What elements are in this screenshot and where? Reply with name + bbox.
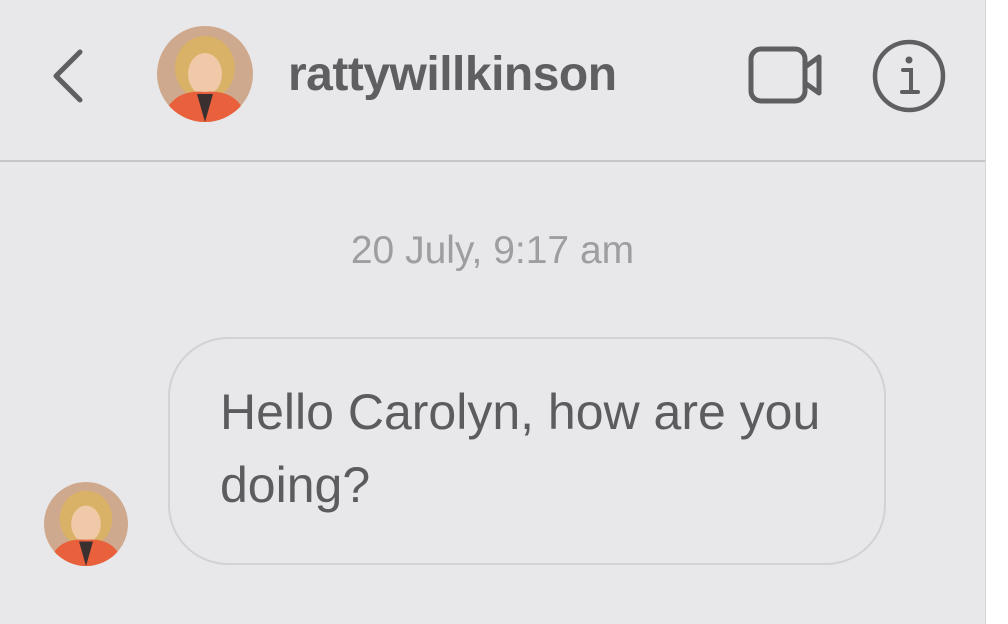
video-camera-icon: [748, 46, 822, 104]
chat-username[interactable]: rattywillkinson: [288, 45, 617, 105]
back-button[interactable]: [40, 40, 96, 112]
chat-header: rattywillkinson: [0, 0, 985, 162]
profile-photo: [157, 26, 253, 122]
video-call-button[interactable]: [744, 40, 830, 110]
message-bubble[interactable]: Hello Carolyn, how are you doing?: [168, 337, 886, 565]
avatar[interactable]: [157, 26, 253, 122]
message-timestamp: 20 July, 9:17 am: [350, 229, 635, 272]
info-button[interactable]: [870, 38, 948, 114]
chevron-left-icon: [53, 49, 83, 103]
scrollbar-gutter: [985, 0, 1008, 624]
sender-avatar[interactable]: [44, 482, 128, 566]
info-icon: [872, 39, 946, 113]
profile-photo: [44, 482, 128, 566]
